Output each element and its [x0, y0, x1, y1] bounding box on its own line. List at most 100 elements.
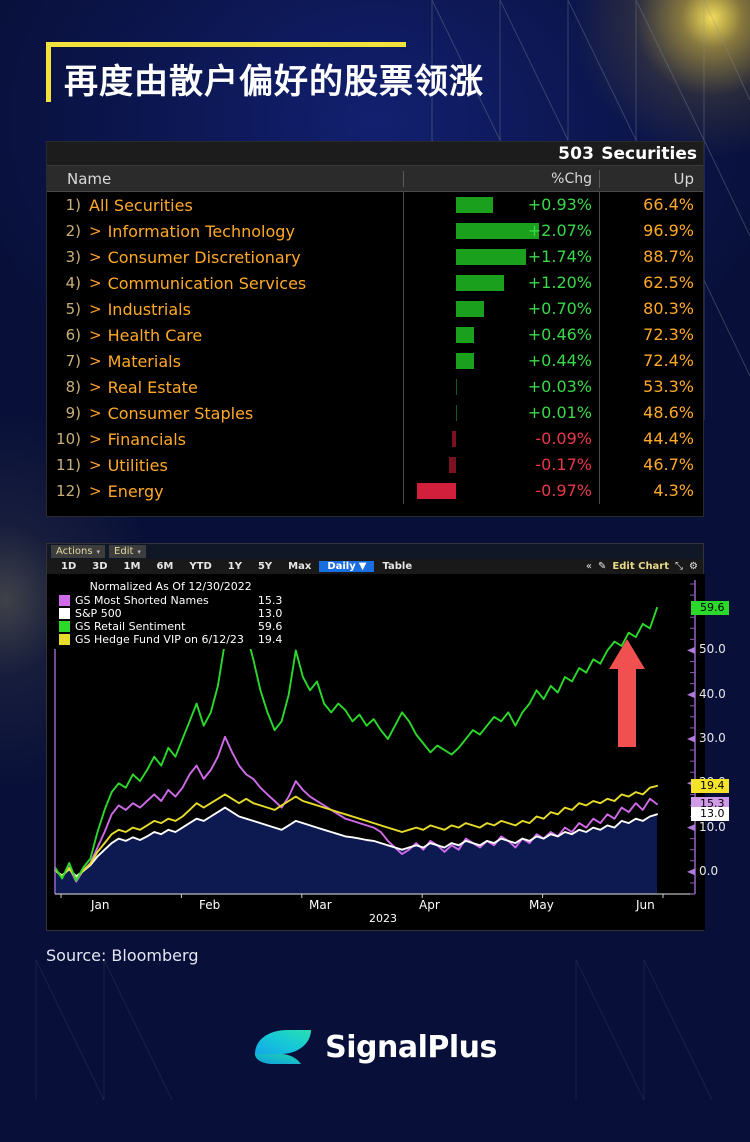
row-change-value: +0.03% [527, 377, 592, 396]
row-name-cell[interactable]: > Industrials [81, 300, 403, 319]
row-up-value: 88.7% [599, 244, 703, 270]
row-up-value: 53.3% [599, 374, 703, 400]
page-title: 再度由散户偏好的股票领涨 [64, 62, 484, 102]
row-name-cell[interactable]: > Consumer Discretionary [81, 248, 403, 267]
row-change-cell: +0.03% [403, 374, 599, 400]
table-row[interactable]: 11) > Utilities -0.17% 46.7% [47, 452, 703, 478]
expand-caret-icon[interactable]: > [89, 404, 102, 422]
change-bar [456, 223, 539, 239]
chart-plot-area[interactable]: Normalized As Of 12/30/2022 GS Most Shor… [47, 574, 729, 930]
row-name-cell[interactable]: All Securities [81, 196, 403, 215]
interval-selector[interactable]: Daily ▼ [319, 561, 375, 572]
range-button-1d[interactable]: 1D [53, 561, 84, 572]
row-name-label: All Securities [89, 195, 193, 215]
row-name-cell[interactable]: > Communication Services [81, 274, 403, 293]
x-axis-tick: Mar [309, 898, 332, 912]
table-row[interactable]: 1) All Securities +0.93% 66.4% [47, 192, 703, 218]
expand-caret-icon[interactable]: > [89, 326, 102, 344]
range-button-group: 1D 3D 1M 6M YTD 1Y 5Y Max [53, 561, 319, 572]
range-button-6m[interactable]: 6M [148, 561, 181, 572]
range-button-ytd[interactable]: YTD [181, 561, 219, 572]
table-row[interactable]: 8) > Real Estate +0.03% 53.3% [47, 374, 703, 400]
row-up-value: 72.3% [599, 322, 703, 348]
legend-item[interactable]: GS Most Shorted Names 15.3 [59, 594, 282, 607]
column-header-chg[interactable]: %Chg [403, 170, 599, 187]
expand-caret-icon[interactable]: > [89, 482, 102, 500]
change-bar [456, 327, 475, 343]
edit-menu[interactable]: Edit ▾ [109, 545, 146, 558]
legend-swatch-icon [59, 634, 70, 645]
x-axis-tick: Feb [199, 898, 221, 912]
x-axis-tick: Jun [636, 898, 655, 912]
legend-item[interactable]: GS Retail Sentiment 59.6 [59, 620, 282, 633]
column-header-name[interactable]: Name [47, 170, 403, 188]
expand-caret-icon[interactable]: > [89, 456, 102, 474]
table-row[interactable]: 12) > Energy -0.97% 4.3% [47, 478, 703, 504]
change-bar [456, 353, 474, 369]
row-name-cell[interactable]: > Utilities [81, 456, 403, 475]
row-index: 10) [56, 430, 81, 448]
table-row[interactable]: 2) > Information Technology +2.07% 96.9% [47, 218, 703, 244]
table-row[interactable]: 6) > Health Care +0.46% 72.3% [47, 322, 703, 348]
row-index: 3) [65, 248, 81, 266]
pencil-icon[interactable]: ✎ [598, 561, 606, 572]
table-view-button[interactable]: Table [374, 561, 420, 572]
column-header-up[interactable]: Up [599, 169, 703, 188]
row-name-cell[interactable]: > Information Technology [81, 222, 403, 241]
table-row[interactable]: 7) > Materials +0.44% 72.4% [47, 348, 703, 374]
expand-caret-icon[interactable]: > [89, 430, 102, 448]
legend-series-name: GS Hedge Fund VIP on 6/12/23 [75, 633, 244, 646]
legend-item[interactable]: GS Hedge Fund VIP on 6/12/23 19.4 [59, 633, 282, 646]
expand-caret-icon[interactable]: > [89, 378, 102, 396]
row-up-value: 80.3% [599, 296, 703, 322]
row-name-label: Utilities [107, 455, 168, 475]
expand-caret-icon[interactable]: > [89, 274, 102, 292]
range-button-5y[interactable]: 5Y [250, 561, 280, 572]
row-index: 6) [65, 326, 81, 344]
range-button-max[interactable]: Max [280, 561, 319, 572]
row-change-cell: +2.07% [403, 218, 599, 244]
collapse-icon[interactable]: « [586, 561, 592, 572]
row-up-value: 4.3% [599, 478, 703, 504]
table-row[interactable]: 3) > Consumer Discretionary +1.74% 88.7% [47, 244, 703, 270]
expand-icon[interactable]: ⤡ [675, 561, 683, 572]
change-bar [417, 483, 456, 499]
row-change-cell: -0.97% [403, 478, 599, 504]
row-change-cell: +0.01% [403, 400, 599, 426]
row-change-cell: -0.09% [403, 426, 599, 452]
securities-table-panel: 503 Securities Name %Chg Up 1) All Securi… [46, 141, 704, 517]
legend-item[interactable]: S&P 500 13.0 [59, 607, 282, 620]
expand-caret-icon[interactable]: > [89, 222, 102, 240]
legend-series-value: 15.3 [257, 594, 283, 607]
table-row[interactable]: 5) > Industrials +0.70% 80.3% [47, 296, 703, 322]
table-row[interactable]: 9) > Consumer Staples +0.01% 48.6% [47, 400, 703, 426]
actions-menu[interactable]: Actions ▾ [51, 545, 106, 558]
table-row[interactable]: 4) > Communication Services +1.20% 62.5% [47, 270, 703, 296]
table-row[interactable]: 10) > Financials -0.09% 44.4% [47, 426, 703, 452]
interval-label: Daily [327, 561, 356, 572]
securities-count-label: Securities [601, 143, 697, 164]
change-bar [456, 249, 526, 265]
row-name-cell[interactable]: > Real Estate [81, 378, 403, 397]
row-name-cell[interactable]: > Health Care [81, 326, 403, 345]
expand-caret-icon[interactable]: > [89, 300, 102, 318]
row-index: 5) [65, 300, 81, 318]
row-name-cell[interactable]: > Financials [81, 430, 403, 449]
expand-caret-icon[interactable]: > [89, 352, 102, 370]
chevron-down-icon: ▼ [358, 561, 367, 572]
legend-series-value: 19.4 [257, 633, 283, 646]
row-name-cell[interactable]: > Energy [81, 482, 403, 501]
legend-series-value: 13.0 [257, 607, 283, 620]
row-name-cell[interactable]: > Consumer Staples [81, 404, 403, 423]
gear-icon[interactable]: ⚙ [689, 561, 698, 572]
row-change-cell: +0.44% [403, 348, 599, 374]
change-bar [456, 379, 458, 395]
range-button-1m[interactable]: 1M [116, 561, 149, 572]
range-button-1y[interactable]: 1Y [220, 561, 250, 572]
page-title-block: 再度由散户偏好的股票领涨 [46, 42, 484, 103]
row-name-cell[interactable]: > Materials [81, 352, 403, 371]
row-name-label: Consumer Staples [107, 403, 254, 423]
edit-chart-button[interactable]: Edit Chart [612, 561, 669, 572]
expand-caret-icon[interactable]: > [89, 248, 102, 266]
range-button-3d[interactable]: 3D [84, 561, 115, 572]
